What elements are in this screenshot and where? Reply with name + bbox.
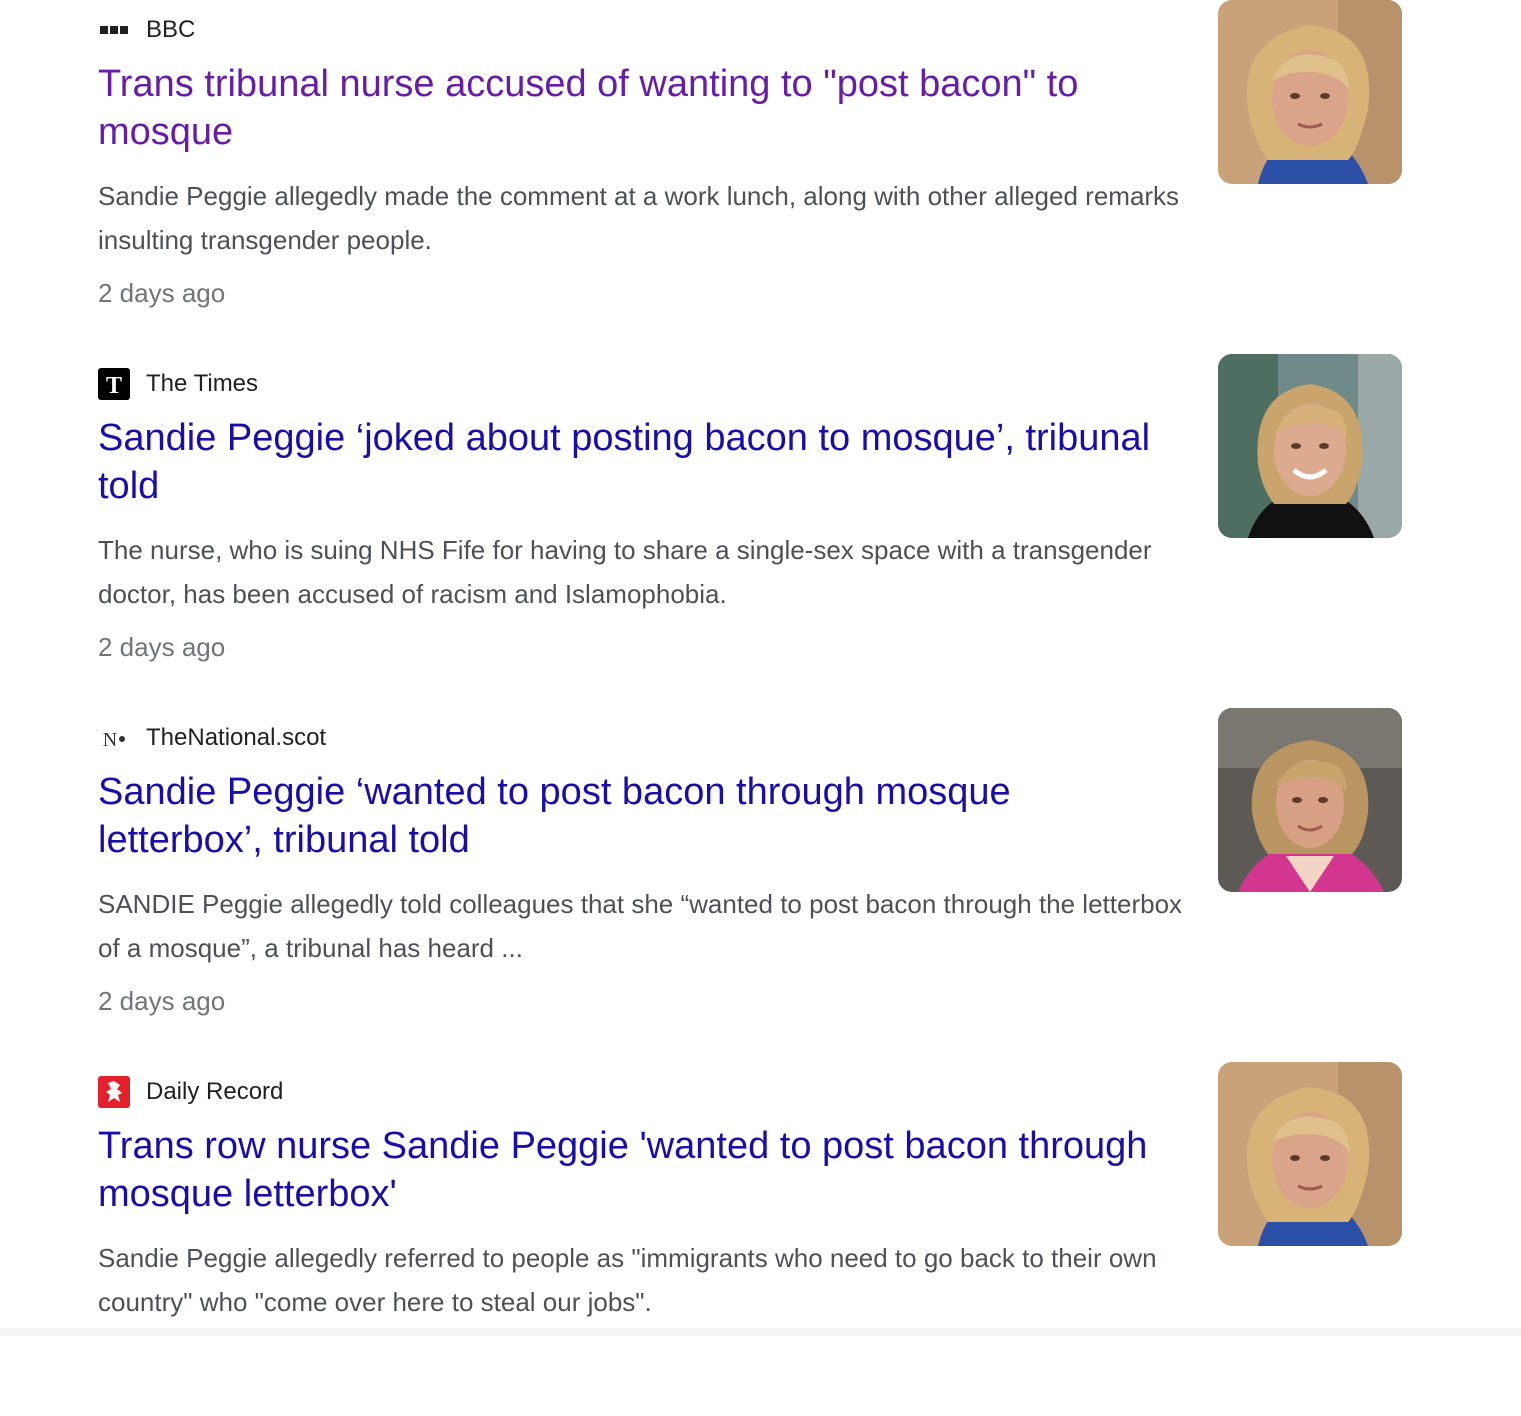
news-result: N TheNational.scot Sandie Peggie ‘wanted…	[98, 708, 1408, 1062]
result-snippet: Sandie Peggie allegedly made the comment…	[98, 181, 1180, 255]
result-headline-link[interactable]: Sandie Peggie ‘wanted to post bacon thro…	[98, 768, 1178, 864]
result-date: 2 days ago	[98, 278, 226, 308]
the-national-icon: N	[98, 722, 130, 754]
source-name: TheNational.scot	[146, 724, 327, 751]
result-source[interactable]: N TheNational.scot	[98, 722, 326, 754]
result-headline-link[interactable]: Trans row nurse Sandie Peggie 'wanted to…	[98, 1122, 1178, 1218]
woman-portrait-thumbnail[interactable]	[1218, 708, 1402, 892]
result-headline-link[interactable]: Sandie Peggie ‘joked about posting bacon…	[98, 414, 1178, 510]
woman-portrait-thumbnail[interactable]	[1218, 1062, 1402, 1246]
result-date: 2 days ago	[98, 986, 226, 1016]
result-source[interactable]: Daily Record	[98, 1076, 283, 1108]
news-result: Daily Record Trans row nurse Sandie Pegg…	[98, 1062, 1408, 1416]
page-bottom-edge	[0, 1328, 1521, 1336]
daily-record-lion-icon	[98, 1076, 130, 1108]
result-source[interactable]: BBC	[98, 14, 195, 46]
result-headline-link[interactable]: Trans tribunal nurse accused of wanting …	[98, 60, 1178, 156]
result-snippet: SANDIE Peggie allegedly told colleagues …	[98, 889, 1183, 963]
result-snippet: The nurse, who is suing NHS Fife for hav…	[98, 535, 1152, 609]
result-date: 2 days ago	[98, 632, 226, 662]
times-logo-letter: T	[106, 373, 122, 399]
woman-portrait-thumbnail[interactable]	[1218, 354, 1402, 538]
source-name: Daily Record	[146, 1078, 284, 1105]
news-result: T The Times Sandie Peggie ‘joked about p…	[98, 354, 1408, 708]
result-snippet: Sandie Peggie allegedly referred to peop…	[98, 1243, 1157, 1317]
bbc-logo-icon	[98, 14, 130, 46]
woman-portrait-thumbnail[interactable]	[1218, 0, 1402, 184]
news-result: BBC Trans tribunal nurse accused of want…	[98, 0, 1408, 354]
times-t-icon: T	[98, 368, 130, 400]
source-name: The Times	[146, 370, 259, 397]
national-logo-letter: N	[103, 729, 117, 751]
source-name: BBC	[146, 16, 196, 43]
result-source[interactable]: T The Times	[98, 368, 258, 400]
